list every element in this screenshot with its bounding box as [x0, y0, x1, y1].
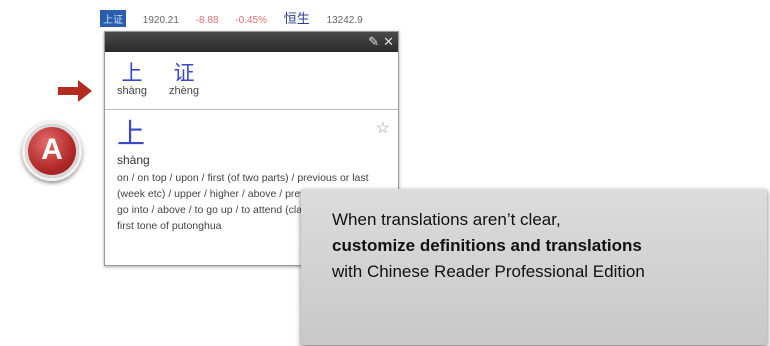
divider — [105, 109, 398, 110]
callout-line-3: with Chinese Reader Professional Edition — [332, 262, 645, 281]
ticker-value: 1920.21 — [142, 15, 179, 26]
ticker-change: -8.88 — [195, 15, 219, 26]
step-badge: A — [22, 121, 82, 181]
ticker-tag: 上证 — [100, 10, 126, 27]
word-pinyin: zhèng — [168, 85, 199, 97]
stock-ticker: 上证 1920.21 -8.88 -0.45% 恒生 13242.9 — [100, 8, 400, 28]
ticker-percent: -0.45% — [235, 15, 267, 26]
star-icon[interactable]: ☆ — [376, 118, 390, 138]
entry-pinyin: shàng — [117, 153, 150, 167]
callout-line-1: When translations aren’t clear, — [332, 210, 561, 229]
word-hanzi: 证 — [173, 61, 195, 85]
popup-titlebar[interactable]: ✎ ✕ — [105, 32, 398, 52]
ticker-index-name: 恒生 — [283, 11, 310, 26]
entry-hanzi: 上 — [117, 117, 146, 150]
close-icon[interactable]: ✕ — [383, 34, 394, 50]
word-pinyin: shàng — [117, 85, 147, 97]
pin-icon[interactable]: ✎ — [368, 34, 379, 50]
callout-bold-text: customize definitions and translations — [332, 236, 642, 255]
callout-box: When translations aren’t clear, customiz… — [301, 189, 767, 345]
word-item[interactable]: 证 zhèng — [169, 61, 199, 98]
word-hanzi: 上 — [121, 61, 143, 85]
word-list: 上 shàng 证 zhèng — [117, 61, 199, 98]
arrow-right-icon — [58, 80, 92, 102]
ticker-index-value: 13242.9 — [326, 15, 363, 26]
word-item[interactable]: 上 shàng — [117, 61, 147, 98]
